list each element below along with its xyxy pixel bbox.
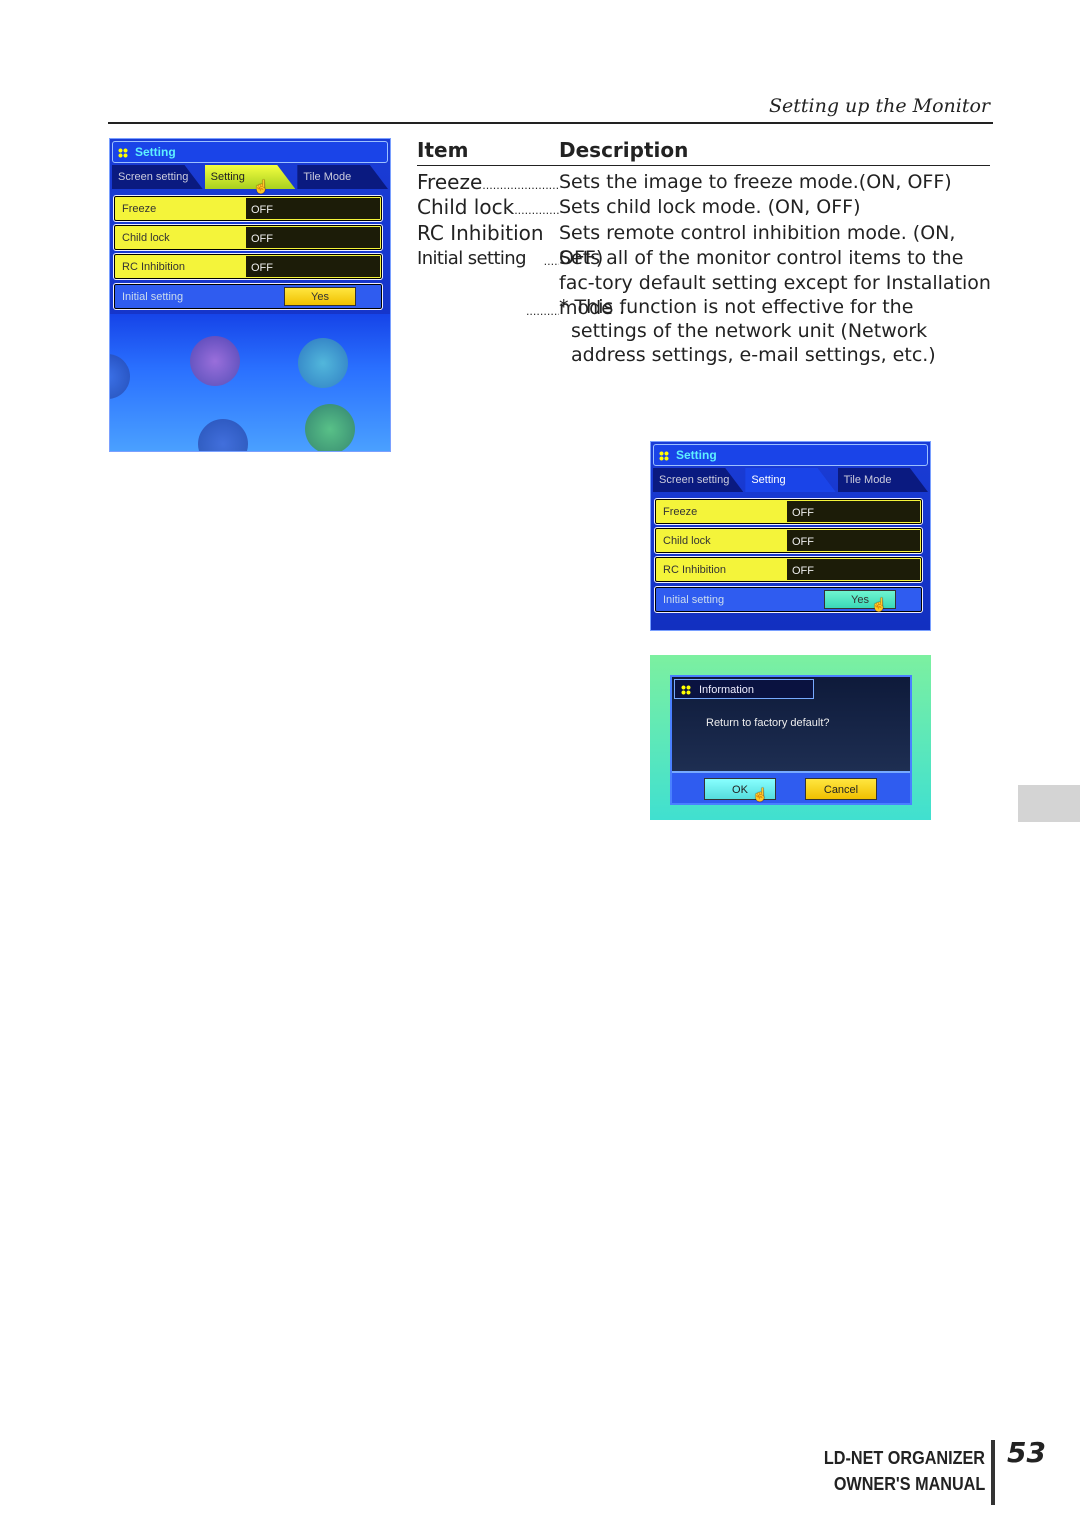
setting-menu-screenshot-1: Setting Screen setting Setting Tile Mode… (109, 138, 391, 452)
hand-cursor-icon: ☝ (752, 787, 769, 802)
row-label: Freeze (663, 506, 698, 518)
menu-title: Setting (112, 141, 388, 163)
item-name: Child lock (417, 195, 515, 219)
row-label: RC Inhibition (663, 564, 726, 576)
information-dialog: Information Return to factory default? O… (670, 675, 912, 805)
menu-title: Setting (653, 444, 928, 466)
row-label: Initial setting (663, 594, 725, 606)
footnote: * This function is not effective for the… (559, 296, 936, 366)
row-value[interactable]: OFF (246, 227, 380, 248)
dialog-button-bar: OK Cancel ☝ (672, 771, 910, 803)
menu-row-rc-inhibition[interactable]: RC Inhibition OFF (654, 556, 923, 583)
menu-title-text: Setting (135, 145, 176, 159)
menu-row-child-lock[interactable]: Child lock OFF (113, 224, 383, 251)
menu-row-freeze[interactable]: Freeze OFF (113, 195, 383, 222)
row-label: Initial setting (122, 291, 184, 303)
menu-tabs: Screen setting Setting Tile Mode (112, 165, 389, 189)
tab-tile-mode[interactable]: Tile Mode (837, 468, 928, 492)
information-dialog-screenshot: Information Return to factory default? O… (650, 655, 931, 820)
dialog-dots-icon (681, 685, 691, 695)
column-header-description: Description (559, 138, 689, 162)
menu-tabs: Screen setting Setting Tile Mode (653, 468, 928, 492)
row-label: RC Inhibition (122, 261, 185, 273)
row-label: Freeze (122, 203, 157, 215)
row-value[interactable]: OFF (246, 256, 380, 277)
column-header-item: Item (417, 138, 469, 162)
hand-cursor-icon: ☝ (253, 179, 270, 194)
item-name: Freeze (417, 170, 483, 194)
menu-row-initial-setting[interactable]: Initial setting Yes (113, 283, 383, 310)
tab-setting[interactable]: Setting (204, 165, 296, 189)
page-number: 53 (1007, 1436, 1046, 1469)
menu-row-rc-inhibition[interactable]: RC Inhibition OFF (113, 253, 383, 280)
leader-dots: .............................. (525, 305, 559, 318)
running-title: Setting up the Monitor (768, 95, 990, 117)
footer-manual: OWNER'S MANUAL (833, 1474, 985, 1494)
cancel-button[interactable]: Cancel (805, 778, 877, 800)
table-row: Freeze..............................Sets… (417, 170, 997, 195)
row-value[interactable]: OFF (787, 559, 920, 580)
row-value[interactable]: OFF (787, 501, 920, 522)
background-artwork (110, 314, 390, 451)
setting-menu-screenshot-2: Setting Screen setting Setting Tile Mode… (650, 441, 931, 631)
tab-screen-setting[interactable]: Screen setting (653, 468, 744, 492)
header-rule (108, 122, 993, 124)
yes-button[interactable]: Yes (284, 287, 356, 306)
menu-row-child-lock[interactable]: Child lock OFF (654, 527, 923, 554)
menu-row-freeze[interactable]: Freeze OFF (654, 498, 923, 525)
dialog-title: Information (674, 679, 814, 699)
table-row: Child lock..............................… (417, 195, 997, 220)
menu-dots-icon (118, 148, 128, 158)
item-name: Initial setting (417, 248, 527, 269)
leader-dots: .............................. (482, 179, 559, 192)
tab-setting[interactable]: Setting (745, 468, 836, 492)
dialog-message: Return to factory default? (706, 717, 830, 729)
item-description: Sets child lock mode. (ON, OFF) (559, 196, 861, 218)
dialog-title-text: Information (699, 684, 755, 696)
tab-screen-setting[interactable]: Screen setting (112, 165, 203, 189)
row-label: Child lock (122, 232, 170, 244)
hand-cursor-icon: ☝ (871, 597, 888, 612)
footer-divider (991, 1440, 995, 1505)
row-value[interactable]: OFF (246, 198, 380, 219)
menu-title-text: Setting (676, 448, 717, 462)
tab-tile-mode[interactable]: Tile Mode (297, 165, 389, 189)
footer-product: LD-NET ORGANIZER (823, 1448, 985, 1468)
leader-dots: .............................. (514, 204, 559, 217)
menu-dots-icon (659, 451, 669, 461)
item-description: Sets the image to freeze mode.(ON, OFF) (559, 171, 952, 193)
chapter-tab (1018, 785, 1080, 822)
row-label: Child lock (663, 535, 711, 547)
table-rule (417, 165, 990, 167)
row-value[interactable]: OFF (787, 530, 920, 551)
